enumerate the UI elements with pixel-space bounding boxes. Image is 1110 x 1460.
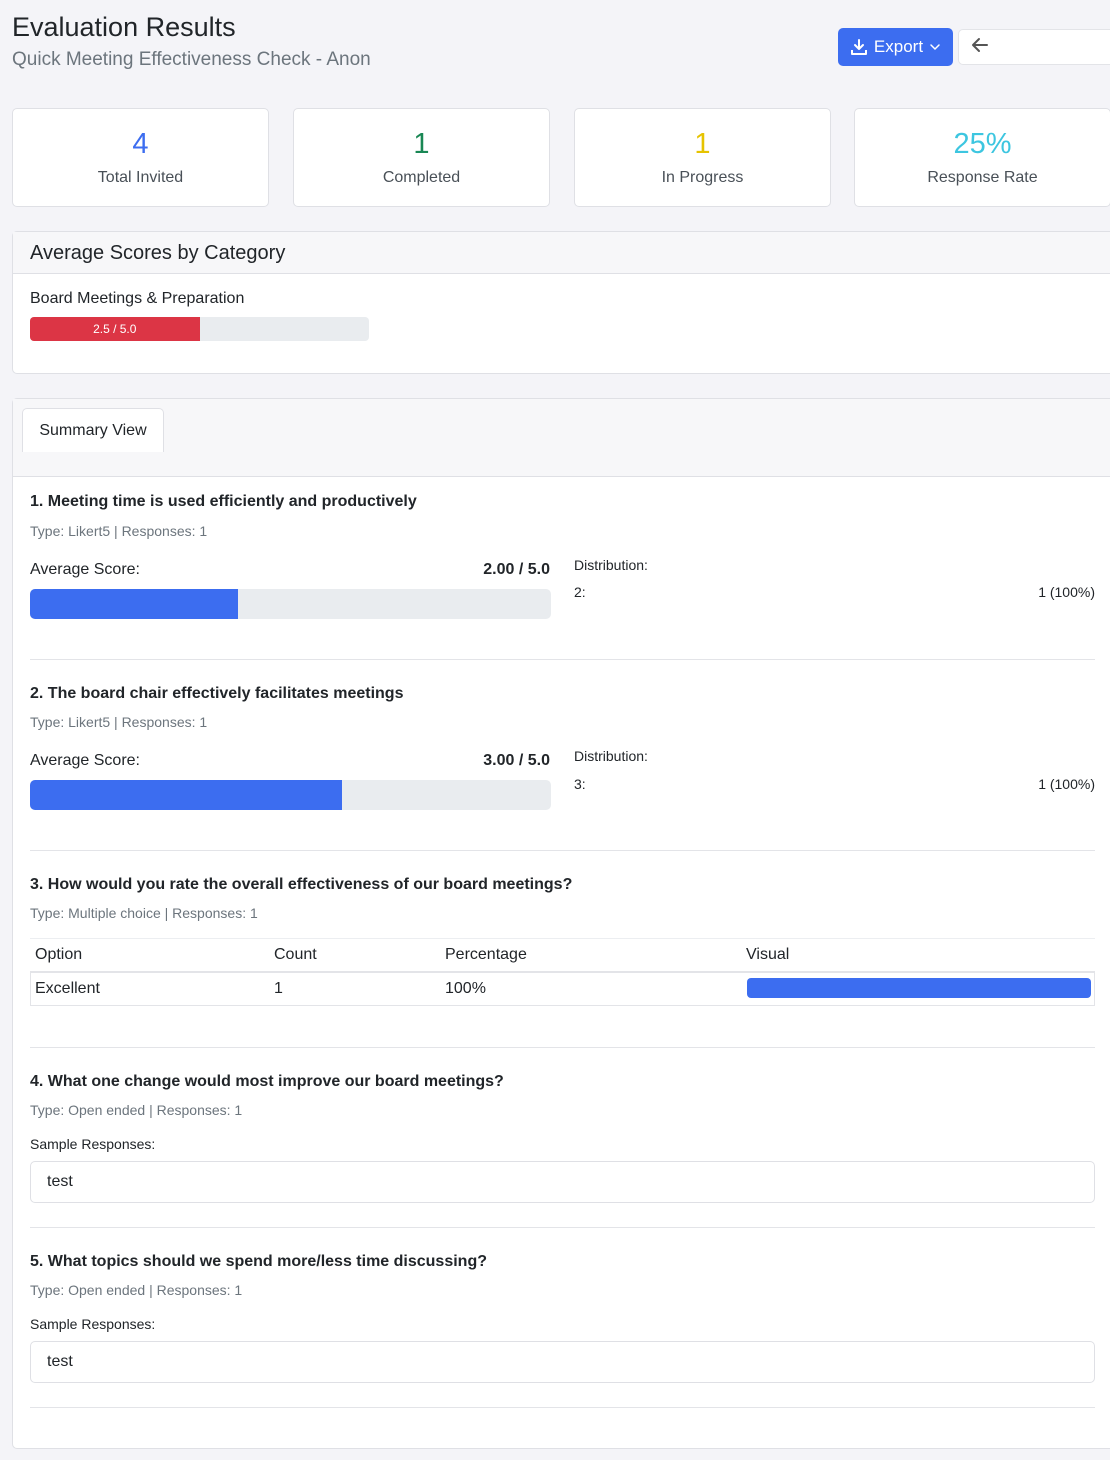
question-4: 4. What one change would most improve ou… [30,1073,1095,1203]
sample-responses-label: Sample Responses: [30,1136,156,1152]
question-meta: Type: Multiple choice | Responses: 1 [30,905,258,921]
table-row: Excellent 1 100% [30,972,1095,1006]
back-button[interactable] [958,29,1110,65]
average-score-value: 3.00 / 5.0 [483,752,550,769]
stat-label: Total Invited [97,169,184,186]
option-visual-bar [747,978,1091,998]
page-title: Evaluation Results [12,12,236,42]
summary-card: Summary View 1. Meeting time is used eff… [12,398,1110,1449]
distribution-value: 1 (100%) [1038,776,1095,792]
export-label: Export [873,37,924,56]
category-scores-card: Average Scores by Category Board Meeting… [12,231,1110,374]
stat-value: 1 [413,128,430,160]
distribution-label: Distribution: [574,748,648,764]
question-title: 1. Meeting time is used efficiently and … [30,493,417,510]
option-name: Excellent [35,980,100,997]
divider [30,1047,1095,1048]
category-score-bar: 2.5 / 5.0 [30,317,369,341]
question-meta: Type: Open ended | Responses: 1 [30,1102,243,1118]
category-name: Board Meetings & Preparation [30,290,245,307]
distribution-label: Distribution: [574,557,648,573]
export-button[interactable]: Export [838,28,953,66]
page-header: Evaluation Results Quick Meeting Effecti… [12,10,371,72]
stat-value: 4 [132,128,149,160]
stat-label: Response Rate [927,169,1038,186]
average-score-bar [30,780,551,810]
divider [30,1407,1095,1408]
stat-value: 25% [953,128,1012,160]
divider [30,850,1095,851]
stat-total-invited: 4 Total Invited [12,108,269,207]
header-option: Option [35,946,83,963]
question-meta: Type: Likert5 | Responses: 1 [30,523,208,539]
divider [30,1227,1095,1228]
stat-in-progress: 1 In Progress [574,108,831,207]
question-title: 3. How would you rate the overall effect… [30,876,573,893]
distribution-value: 1 (100%) [1038,584,1095,600]
question-meta: Type: Open ended | Responses: 1 [30,1282,243,1298]
question-meta: Type: Likert5 | Responses: 1 [30,714,208,730]
question-2: 2. The board chair effectively facilitat… [30,685,1095,810]
category-score-fill: 2.5 / 5.0 [30,317,200,341]
average-score-value: 2.00 / 5.0 [483,561,550,578]
chevron-down-icon [929,41,941,53]
stat-completed: 1 Completed [293,108,550,207]
question-3: 3. How would you rate the overall effect… [30,876,1095,1006]
average-score-fill [30,589,238,619]
header-percentage: Percentage [445,946,527,963]
tab-summary-view[interactable]: Summary View [22,408,164,452]
tab-bar: Summary View [13,399,1110,477]
header-count: Count [274,946,317,963]
page-subtitle: Quick Meeting Effectiveness Check - Anon [12,49,371,70]
divider [30,659,1095,660]
options-table-header: Option Count Percentage Visual [30,938,1095,972]
question-title: 5. What topics should we spend more/less… [30,1253,487,1270]
option-percentage: 100% [445,980,486,997]
stat-response-rate: 25% Response Rate [854,108,1110,207]
question-title: 4. What one change would most improve ou… [30,1073,504,1090]
sample-response: test [30,1341,1095,1383]
question-title: 2. The board chair effectively facilitat… [30,685,404,702]
category-scores-heading: Average Scores by Category [13,232,1110,274]
stat-value: 1 [694,128,711,160]
sample-response: test [30,1161,1095,1203]
option-count: 1 [274,980,283,997]
average-score-bar [30,589,551,619]
question-1: 1. Meeting time is used efficiently and … [30,493,1095,619]
sample-responses-label: Sample Responses: [30,1316,156,1332]
stat-label: In Progress [661,169,744,186]
header-visual: Visual [746,946,790,963]
arrow-left-icon [971,37,989,58]
average-score-fill [30,780,342,810]
stat-label: Completed [382,169,461,186]
download-icon [850,38,868,56]
question-5: 5. What topics should we spend more/less… [30,1253,1095,1383]
